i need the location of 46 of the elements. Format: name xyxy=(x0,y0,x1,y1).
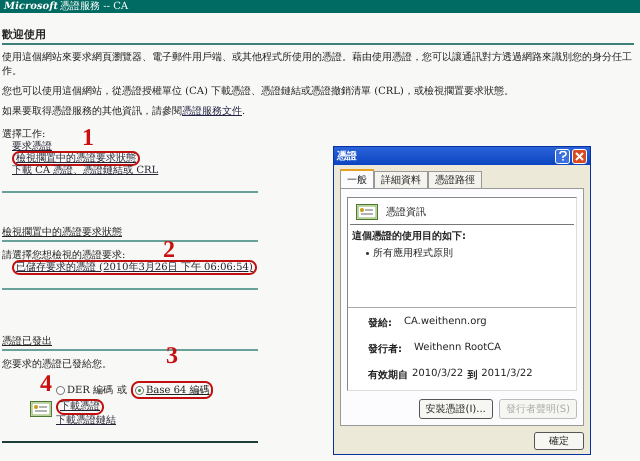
paragraph: 如果要取得憑證服務的其他資訊，請參閱憑證服務文件. xyxy=(2,105,246,119)
dialog-title: 憑證 xyxy=(337,150,357,163)
field-value: 2011/3/22 xyxy=(481,368,533,381)
field-value: Weithenn RootCA xyxy=(414,342,501,355)
section-heading: 檢視擱置中的憑證要求狀態 xyxy=(2,225,258,242)
field-label: 發行者: xyxy=(368,342,402,356)
certificate-icon xyxy=(30,401,52,417)
field-value: 2010/3/22 xyxy=(412,368,464,381)
certificate-icon xyxy=(356,204,378,220)
purpose-heading: 這個憑證的使用目的如下: xyxy=(352,230,467,243)
field-label: 發給: xyxy=(368,316,392,330)
task-link[interactable]: 檢視擱置中的憑證要求狀態 xyxy=(12,151,140,166)
dialog-button[interactable]: 安裝憑證(I)... xyxy=(418,399,493,419)
annotation-number: 1 xyxy=(82,126,94,150)
purpose-item: 所有應用程式原則 xyxy=(373,246,453,260)
help-icon xyxy=(558,151,566,161)
section-heading: 歡迎使用 xyxy=(2,27,634,45)
tab[interactable]: 詳細資料 xyxy=(374,171,428,188)
info-title: 憑證資訊 xyxy=(386,206,426,219)
tab[interactable]: 一般 xyxy=(340,169,374,188)
download-link[interactable]: 下載憑證鏈結 xyxy=(56,415,116,427)
brand-text: Microsoft xyxy=(4,0,58,13)
separator-text: 或 xyxy=(117,384,128,397)
close-icon xyxy=(575,152,584,160)
field-label: 到 xyxy=(467,368,478,382)
saved-request-link[interactable]: 已儲存要求的憑證 (2010年3月26日 下午 06:06:54) xyxy=(12,260,257,275)
annotation-number: 4 xyxy=(40,372,52,396)
task-link[interactable]: 下載 CA 憑證、憑證鏈結或 CRL xyxy=(12,165,158,176)
message-text: 您要求的憑證已發給您。 xyxy=(2,359,112,371)
paragraph: 您也可以使用這個網站，從憑證授權單位 (CA) 下載憑證、憑證鏈結或憑證撤銷清單 (CRL)，或檢視擱置要求狀態。 xyxy=(2,85,515,99)
ok-button[interactable]: 確定 xyxy=(534,432,584,450)
bullet-icon xyxy=(366,252,369,254)
task-link[interactable]: 要求憑證 xyxy=(12,141,52,152)
paragraph: 使用這個網站來要求網頁瀏覽器、電子郵件用戶端、或其他程式所使用的憑證。藉由使用憑證，您可以讓通訊對方透過網路來識別您的身分任工作。 xyxy=(2,51,633,79)
field-value: CA.weithenn.org xyxy=(404,316,487,329)
tab[interactable]: 憑證路徑 xyxy=(428,171,482,188)
prompt-text: 請選擇您想檢視的憑證要求: xyxy=(2,250,126,262)
encoding-radio[interactable]: Base 64 編碼 xyxy=(131,381,214,399)
help-button[interactable] xyxy=(555,148,570,164)
close-button[interactable] xyxy=(572,148,587,164)
encoding-radio[interactable]: DER 編碼 xyxy=(56,383,114,397)
field-label: 有效期自 xyxy=(368,368,408,382)
download-link[interactable]: 下載憑證 xyxy=(56,399,104,415)
docs-link[interactable]: 憑證服務文件 xyxy=(182,106,242,117)
task-label: 選擇工作: xyxy=(2,129,46,140)
header-title: 憑證服務 -- CA xyxy=(60,0,128,13)
